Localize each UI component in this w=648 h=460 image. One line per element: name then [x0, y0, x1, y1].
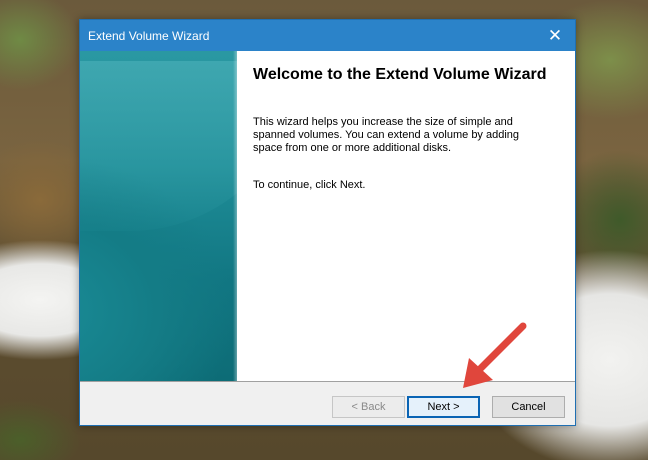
annotation-arrow-icon: [463, 322, 527, 388]
close-icon[interactable]: ✕: [535, 20, 575, 51]
title-bar[interactable]: Extend Volume Wizard ✕: [80, 20, 575, 51]
wizard-side-banner: [80, 51, 237, 381]
wizard-instruction: To continue, click Next.: [253, 179, 366, 191]
cancel-button[interactable]: Cancel: [492, 396, 565, 418]
next-button[interactable]: Next >: [407, 396, 480, 418]
wizard-heading: Welcome to the Extend Volume Wizard: [253, 66, 547, 83]
back-button[interactable]: < Back: [332, 396, 405, 418]
wizard-description: This wizard helps you increase the size …: [253, 116, 520, 154]
window-title: Extend Volume Wizard: [88, 28, 210, 43]
banner-curve-decoration: [80, 61, 237, 231]
banner-edge-highlight: [233, 51, 237, 381]
